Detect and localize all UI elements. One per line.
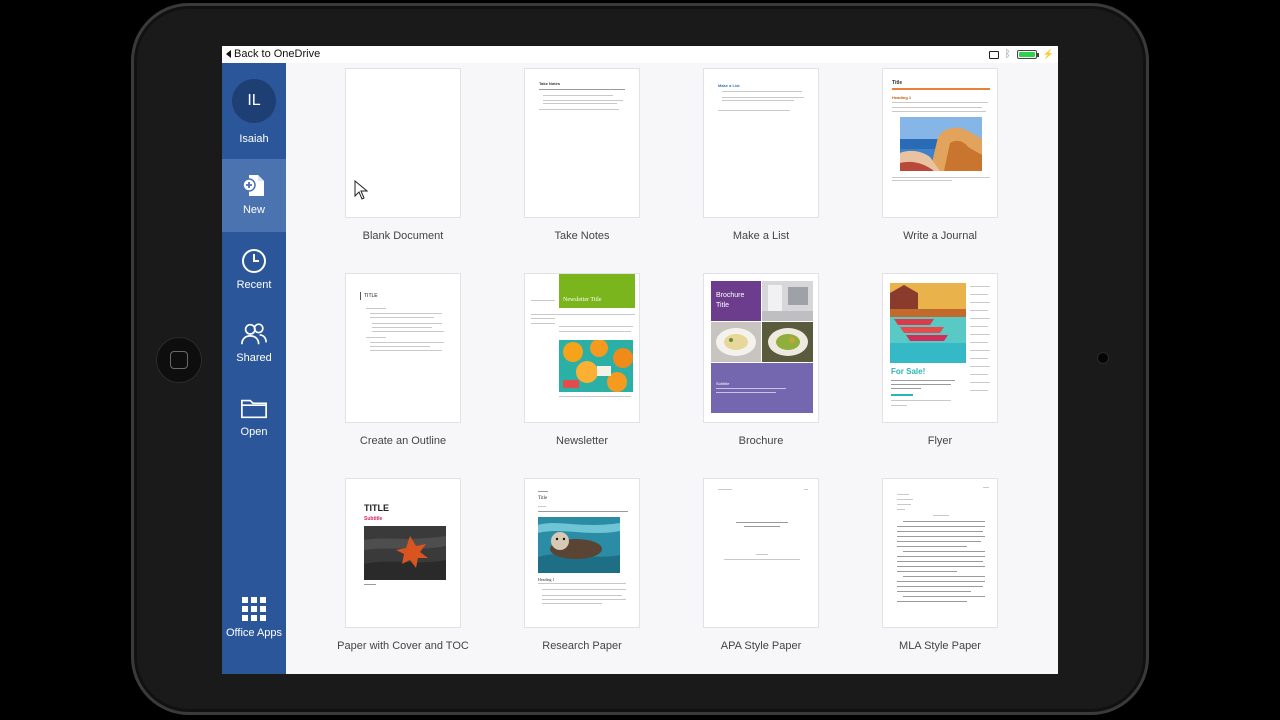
newsletter-photo (559, 340, 633, 392)
flyer-boats-photo (890, 283, 966, 363)
charging-icon: ⚡ (1042, 49, 1054, 59)
back-label: Back to OneDrive (234, 48, 321, 60)
thumb-title: TITLE (364, 503, 389, 513)
template-newsletter[interactable]: Newsletter Title Newsletter (512, 273, 652, 448)
template-apa-style-paper[interactable]: APA Style Paper (691, 478, 831, 653)
app-grid-icon (240, 595, 268, 623)
template-label: Paper with Cover and TOC (337, 640, 469, 652)
thumb-subtitle: Subtitle (364, 516, 383, 522)
journal-photo (900, 117, 982, 171)
template-create-an-outline[interactable]: TITLE Create an Outline (333, 273, 473, 448)
sidebar-label-recent: Recent (236, 279, 272, 291)
template-make-a-list[interactable]: Make a List Make a List (691, 68, 831, 243)
sidebar-label-office-apps: Office Apps (225, 627, 283, 639)
template-write-a-journal[interactable]: Title Heading 1 Write a Journal (870, 68, 1010, 243)
template-thumbnail: Brochure Title Subtitle (703, 273, 819, 423)
template-blank-document[interactable]: Blank Document (333, 68, 473, 243)
sidebar-item-office-apps[interactable]: Office Apps (222, 595, 286, 639)
thumb-title: For Sale! (891, 367, 926, 376)
template-brochure[interactable]: Brochure Title Subtitle Brochure (691, 273, 831, 448)
battery-icon (1016, 50, 1039, 59)
template-paper-with-cover-and-toc[interactable]: TITLE Subtitle Paper with Cover and TOC (333, 478, 473, 653)
template-thumbnail (703, 478, 819, 628)
template-thumbnail: Title Heading 1 (524, 478, 640, 628)
template-label: Blank Document (362, 230, 444, 242)
template-thumbnail: TITLE (345, 273, 461, 423)
people-icon (240, 320, 268, 348)
template-label: Create an Outline (359, 435, 447, 447)
thumb-title: Make a List (718, 83, 740, 88)
thumb-title: TITLE (364, 293, 378, 299)
template-thumbnail: TITLE Subtitle (345, 478, 461, 628)
sidebar-item-open[interactable]: Open (222, 394, 286, 438)
thumb-title: Title (892, 80, 903, 86)
template-thumbnail: Make a List (703, 68, 819, 218)
sidebar: IL Isaiah New Recent Shared Open Office … (222, 63, 286, 674)
status-icons: ᛒ ⚡ (988, 48, 1054, 60)
template-research-paper[interactable]: Title Heading 1 Research Paper (512, 478, 652, 653)
template-mla-style-paper[interactable]: MLA Style Paper (870, 478, 1010, 653)
folder-icon (240, 394, 268, 422)
thumb-title: Title (538, 496, 548, 501)
sidebar-label-open: Open (240, 426, 268, 438)
app-screen: Back to OneDrive ᛒ ⚡ IL Isaiah New Recen… (222, 46, 1058, 674)
brochure-dish-photo (762, 322, 813, 362)
template-label: APA Style Paper (720, 640, 802, 652)
user-name: Isaiah (239, 133, 269, 145)
template-take-notes[interactable]: Take Notes Take Notes (512, 68, 652, 243)
clock-icon (240, 247, 268, 275)
template-label: Research Paper (542, 640, 622, 652)
back-to-onedrive-link[interactable]: Back to OneDrive (226, 48, 320, 60)
template-flyer[interactable]: For Sale! Flyer (870, 273, 1010, 448)
template-label: MLA Style Paper (899, 640, 981, 652)
status-bar: Back to OneDrive ᛒ ⚡ (222, 46, 1058, 63)
template-label: Brochure (738, 435, 784, 447)
home-button[interactable] (156, 337, 202, 383)
sidebar-item-recent[interactable]: Recent (222, 247, 286, 291)
template-label: Make a List (732, 230, 790, 242)
thumb-title: Brochure Title (716, 292, 745, 309)
cover-leaf-photo (364, 526, 446, 580)
sidebar-item-shared[interactable]: Shared (222, 320, 286, 364)
brochure-food-photo (711, 322, 761, 362)
template-label: Newsletter (556, 435, 608, 447)
template-thumbnail (882, 478, 998, 628)
otter-photo (538, 517, 620, 573)
brochure-room-photo (762, 281, 813, 321)
back-arrow-icon (226, 50, 231, 58)
template-thumbnail: For Sale! (882, 273, 998, 423)
screen-mirroring-icon (988, 50, 999, 59)
new-document-icon (240, 172, 268, 200)
thumb-subtitle: Subtitle (716, 381, 730, 386)
thumb-title: Newsletter Title (563, 297, 602, 303)
mouse-pointer-icon (354, 180, 368, 200)
template-label: Take Notes (554, 230, 610, 242)
sidebar-label-shared: Shared (236, 352, 272, 364)
template-thumbnail: Title Heading 1 (882, 68, 998, 218)
bluetooth-icon: ᛒ (1004, 48, 1011, 60)
avatar: IL (232, 79, 276, 123)
thumb-title: Take Notes (539, 81, 561, 86)
thumb-heading: Heading 1 (538, 577, 555, 582)
template-thumbnail: Take Notes (524, 68, 640, 218)
template-thumbnail: Newsletter Title (524, 273, 640, 423)
sidebar-label-new: New (242, 204, 265, 216)
sidebar-item-new[interactable]: New (222, 159, 286, 232)
front-camera (1097, 352, 1109, 364)
template-gallery: Blank Document Take Notes Take Notes Mak… (286, 63, 1058, 674)
template-label: Flyer (927, 435, 953, 447)
template-label: Write a Journal (903, 230, 977, 242)
thumb-heading: Heading 1 (892, 95, 912, 100)
user-account[interactable]: IL Isaiah (222, 79, 286, 145)
